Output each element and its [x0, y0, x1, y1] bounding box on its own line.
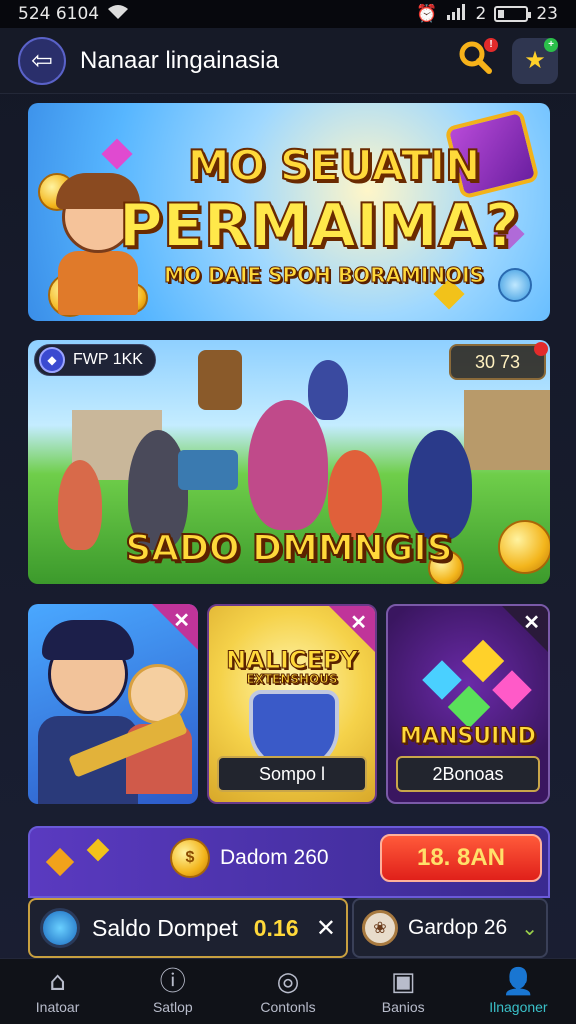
- close-icon[interactable]: ✕: [316, 914, 336, 943]
- back-button[interactable]: ⇦: [18, 36, 66, 85]
- notification-dot: [534, 342, 548, 356]
- garden-label: Gardop 26: [408, 916, 508, 939]
- favorites-button[interactable]: ★ +: [512, 37, 558, 84]
- character-illustration: [198, 350, 242, 410]
- banner-headline-large: PERMAIMA?: [118, 190, 521, 262]
- character-illustration: [248, 400, 328, 530]
- nav-label: Contonls: [260, 998, 316, 1015]
- game-card-1[interactable]: ✕: [28, 604, 198, 804]
- nav-item-box[interactable]: ▣ Banios: [346, 959, 461, 1024]
- app-header: ⇦ Nanaar lingainasia ! ★ +: [0, 28, 576, 94]
- add-badge: +: [544, 37, 558, 52]
- controls-icon: ◎: [276, 966, 300, 997]
- banner-headline: MO SEUATIN: [187, 140, 482, 191]
- chest-illustration: [178, 450, 238, 490]
- game-card-3[interactable]: MANSUIND ✕ 2Bonoas: [386, 604, 550, 804]
- notification-dot: !: [484, 37, 498, 52]
- score-value: 30 73: [474, 351, 520, 372]
- app-root: 524 6104 ⏰ 2 23 ⇦ Nanaar lingainasia ! ★…: [0, 0, 576, 1024]
- character-illustration: [408, 430, 472, 540]
- nav-label: Satlop: [152, 998, 193, 1015]
- nav-item-profile[interactable]: 👤 Ilnagoner: [461, 959, 576, 1024]
- promo-text: Dadom 260: [220, 846, 329, 869]
- card-subtitle: EXTENSHOUS: [246, 672, 338, 687]
- event-banner[interactable]: ◆ FWP 1KK 30 73 SADO DMMNGIS: [28, 340, 550, 584]
- status-bar: 524 6104 ⏰ 2 23: [0, 0, 576, 28]
- card-label: 2Bonoas: [396, 756, 540, 792]
- wifi-icon: [107, 4, 129, 25]
- alarm-icon: ⏰: [416, 4, 438, 24]
- wallet-balance: 0.16: [253, 914, 299, 941]
- status-clock: 23: [536, 4, 558, 24]
- battery-icon: [494, 6, 532, 22]
- player-tag-label: FWP 1KK: [73, 351, 143, 368]
- score-badge: 30 73: [448, 342, 548, 380]
- signal-icon: [446, 3, 468, 25]
- coin-icon: $: [170, 838, 210, 878]
- chevron-down-icon: ⌄: [521, 917, 538, 940]
- status-number: 2: [475, 4, 487, 24]
- promo-strip: $ Dadom 260 18. 8AN: [28, 826, 550, 898]
- garden-selector[interactable]: ❀ Gardop 26 ⌄: [352, 898, 548, 958]
- close-icon[interactable]: ✕: [350, 610, 367, 635]
- close-icon[interactable]: ✕: [173, 608, 190, 633]
- wallet-icon: [40, 908, 80, 948]
- nav-label: Inatoar: [35, 998, 80, 1015]
- wallet-bar[interactable]: Saldo Dompet 0.16 ✕: [28, 898, 348, 958]
- banner-subtitle: MO DAIE SPOH BORAMINOIS: [164, 263, 485, 288]
- page-title: Nanaar lingainasia: [80, 46, 279, 74]
- box-icon: ▣: [390, 966, 416, 997]
- nav-item-info[interactable]: ⓘ Satlop: [115, 959, 230, 1024]
- gem-icon: [45, 847, 75, 877]
- character-illustration: [308, 360, 348, 420]
- nav-item-home[interactable]: ⌂ Inatoar: [0, 959, 115, 1024]
- wallet-label: Saldo Dompet: [92, 914, 238, 941]
- claim-button[interactable]: 18. 8AN: [380, 834, 542, 882]
- search-button[interactable]: !: [452, 37, 498, 84]
- nav-item-controls[interactable]: ◎ Contonls: [230, 959, 345, 1024]
- house-illustration: [464, 390, 550, 470]
- card-title: MANSUIND: [400, 724, 537, 750]
- garden-icon: ❀: [362, 910, 398, 946]
- close-icon[interactable]: ✕: [523, 610, 540, 635]
- card-label: Sompo l: [217, 756, 367, 792]
- info-icon: ⓘ: [159, 966, 186, 997]
- nav-label: Ilnagoner: [489, 998, 548, 1015]
- event-banner-title: SADO DMMNGIS: [124, 527, 453, 570]
- bottom-nav: ⌂ Inatoar ⓘ Satlop ◎ Contonls ▣ Banios 👤…: [0, 958, 576, 1024]
- game-card-2[interactable]: NALICEPY EXTENSHOUS ✕ Sompo l: [207, 604, 377, 804]
- gem-icon: [86, 838, 110, 862]
- character-illustration: [328, 450, 382, 540]
- profile-icon: 👤: [502, 966, 535, 997]
- back-arrow-icon: ⇦: [31, 45, 53, 75]
- star-icon: ★: [524, 47, 546, 74]
- shield-icon: ◆: [39, 347, 65, 373]
- player-tag: ◆ FWP 1KK: [34, 344, 156, 376]
- promo-banner-main[interactable]: MO SEUATIN PERMAIMA? MO DAIE SPOH BORAMI…: [28, 103, 550, 321]
- status-time: 524 6104: [18, 4, 100, 24]
- home-icon: ⌂: [49, 966, 66, 997]
- nav-label: Banios: [381, 998, 425, 1015]
